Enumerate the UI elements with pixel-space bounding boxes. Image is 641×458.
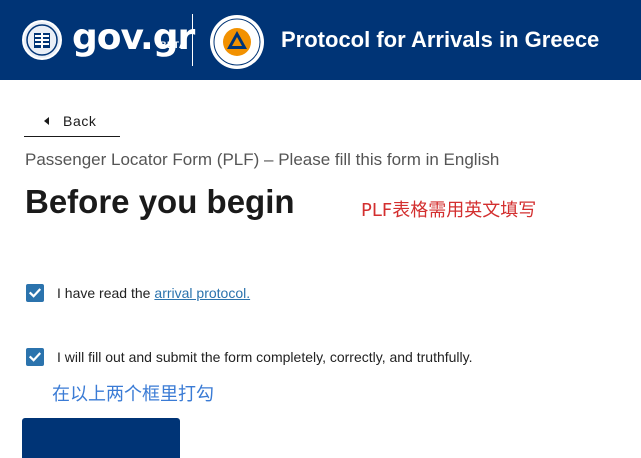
checkmark-icon [28, 352, 42, 362]
truthful-checkbox-label: I will fill out and submit the form comp… [57, 349, 473, 365]
checkmark-icon [28, 288, 42, 298]
header-title: Protocol for Arrivals in Greece [281, 27, 600, 52]
beta-badge: BETA [160, 40, 186, 50]
back-link[interactable]: Back [24, 106, 120, 137]
arrival-protocol-link[interactable]: arrival protocol. [154, 285, 250, 301]
checkbox-row-truthful: I will fill out and submit the form comp… [26, 348, 473, 366]
back-label: Back [63, 113, 97, 129]
protocol-checkbox-label: I have read the [57, 285, 151, 301]
continue-button[interactable] [22, 418, 180, 458]
truthful-checkbox[interactable] [26, 348, 44, 366]
greek-emblem-icon [22, 20, 62, 60]
civil-protection-logo-icon [209, 14, 265, 70]
form-subtitle: Passenger Locator Form (PLF) – Please fi… [25, 150, 500, 169]
gov-gr-logo[interactable]: gov.gr [72, 16, 195, 60]
annotation-chinese-red: PLF表格需用英文填写 [361, 200, 537, 221]
site-header: gov.gr BETA Protocol for Arrivals in Gre… [0, 0, 641, 80]
header-divider [192, 14, 193, 66]
protocol-checkbox[interactable] [26, 284, 44, 302]
checkbox-row-protocol: I have read the arrival protocol. [26, 284, 250, 302]
chevron-left-icon [44, 117, 49, 125]
annotation-chinese-blue: 在以上两个框里打勾 [52, 384, 214, 405]
page-title: Before you begin [25, 183, 295, 220]
